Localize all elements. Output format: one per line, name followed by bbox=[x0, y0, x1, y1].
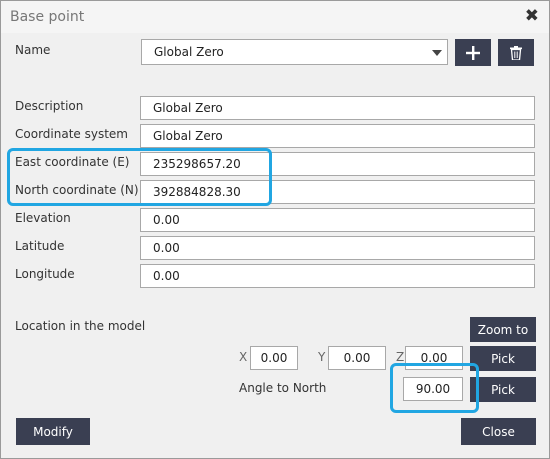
close-button[interactable]: Close bbox=[461, 418, 536, 445]
y-label: Y bbox=[318, 350, 326, 364]
delete-base-point-button[interactable] bbox=[498, 39, 534, 66]
name-dropdown[interactable]: Global Zero bbox=[141, 39, 448, 65]
window-title: Base point bbox=[10, 9, 85, 25]
elevation-field[interactable]: 0.00 bbox=[140, 208, 535, 232]
chevron-down-icon bbox=[432, 50, 442, 56]
elevation-label: Elevation bbox=[15, 211, 71, 225]
plus-icon bbox=[466, 45, 480, 60]
z-label: Z bbox=[396, 350, 405, 364]
latitude-label: Latitude bbox=[15, 239, 65, 253]
name-dropdown-value: Global Zero bbox=[154, 45, 224, 59]
longitude-label: Longitude bbox=[15, 267, 75, 281]
coordinate-system-field[interactable]: Global Zero bbox=[140, 124, 535, 148]
angle-highlight bbox=[390, 363, 479, 413]
modify-button[interactable]: Modify bbox=[16, 418, 90, 445]
pick-location-button[interactable]: Pick bbox=[470, 346, 536, 371]
x-field[interactable]: 0.00 bbox=[250, 346, 298, 370]
title-bar: Base point ✖ bbox=[1, 1, 549, 33]
description-field[interactable]: Global Zero bbox=[140, 96, 535, 120]
add-base-point-button[interactable] bbox=[455, 39, 491, 66]
name-label: Name bbox=[15, 43, 51, 57]
x-label: X bbox=[239, 350, 248, 364]
location-label: Location in the model bbox=[15, 319, 146, 333]
longitude-field[interactable]: 0.00 bbox=[140, 264, 535, 288]
close-icon[interactable]: ✖ bbox=[525, 6, 539, 26]
pick-angle-button[interactable]: Pick bbox=[470, 377, 536, 402]
base-point-dialog: Base point ✖ Name Global Zero Descriptio… bbox=[0, 0, 550, 459]
coordinate-system-label: Coordinate system bbox=[15, 127, 128, 141]
y-field[interactable]: 0.00 bbox=[328, 346, 386, 370]
coordinates-highlight bbox=[7, 148, 272, 206]
zoom-to-button[interactable]: Zoom to bbox=[470, 317, 536, 342]
angle-to-north-label: Angle to North bbox=[239, 381, 327, 395]
description-label: Description bbox=[15, 99, 84, 113]
latitude-field[interactable]: 0.00 bbox=[140, 236, 535, 260]
trash-icon bbox=[510, 45, 522, 60]
